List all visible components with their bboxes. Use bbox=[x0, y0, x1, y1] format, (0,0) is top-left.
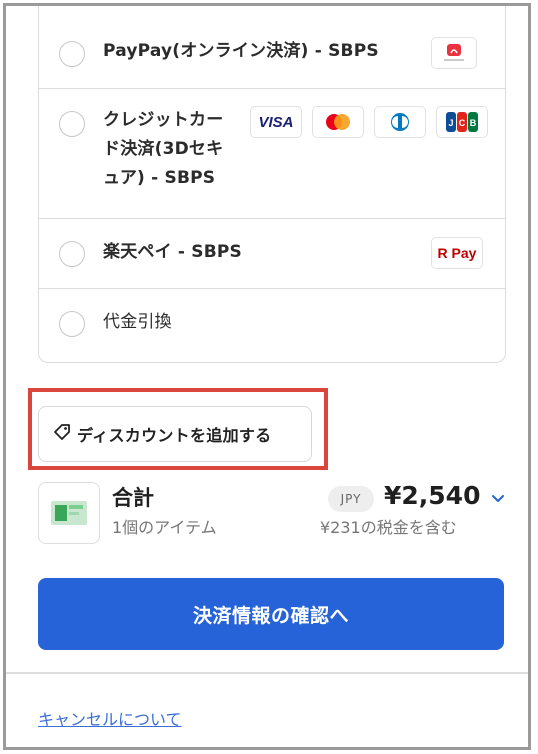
payment-label-paypay: PayPay(オンライン決済) - SBPS bbox=[103, 41, 379, 61]
chevron-down-icon[interactable] bbox=[490, 490, 506, 510]
checkout-frame: PayPay(オンライン決済) - SBPS クレジットカー ド決済(3Dセキ … bbox=[3, 3, 531, 750]
item-count: 1個のアイテム bbox=[112, 518, 217, 537]
payment-option-paypay[interactable]: PayPay(オンライン決済) - SBPS bbox=[39, 6, 505, 89]
payment-label-line: ド決済(3Dセキ bbox=[103, 139, 224, 159]
total-amount: ¥2,540 bbox=[384, 481, 481, 510]
radio-rakuten-pay[interactable] bbox=[59, 241, 85, 267]
svg-text:B: B bbox=[470, 118, 477, 128]
payment-label-rakuten-pay: 楽天ペイ - SBPS bbox=[103, 242, 242, 262]
payment-option-credit-card[interactable]: クレジットカー ド決済(3Dセキ ュア) - SBPS VISA J C B bbox=[39, 89, 505, 219]
total-label: 合計 bbox=[112, 486, 154, 510]
divider bbox=[6, 672, 528, 674]
tax-note: ¥231の税金を含む bbox=[320, 518, 457, 537]
mastercard-logo-icon bbox=[312, 106, 364, 138]
payment-option-cod[interactable]: 代金引換 bbox=[39, 289, 505, 363]
svg-text:J: J bbox=[448, 118, 453, 128]
add-discount-button[interactable]: ディスカウントを追加する bbox=[38, 406, 312, 462]
visa-logo-icon: VISA bbox=[250, 106, 302, 138]
rakuten-pay-logo-icon: R Pay bbox=[431, 237, 483, 269]
paypay-logo-icon bbox=[431, 37, 477, 69]
payment-label-cod: 代金引換 bbox=[103, 312, 172, 332]
payment-label-credit-card: クレジットカー ド決済(3Dセキ ュア) - SBPS bbox=[103, 106, 223, 193]
radio-credit-card[interactable] bbox=[59, 111, 85, 137]
currency-badge: JPY bbox=[328, 486, 374, 512]
svg-text:C: C bbox=[459, 118, 466, 128]
radio-cod[interactable] bbox=[59, 311, 85, 337]
payment-option-rakuten-pay[interactable]: 楽天ペイ - SBPS R Pay bbox=[39, 219, 505, 289]
payment-label-line: ュア) - SBPS bbox=[103, 168, 216, 188]
confirm-payment-button[interactable]: 決済情報の確認へ bbox=[38, 578, 504, 650]
product-thumbnail bbox=[38, 482, 100, 544]
cancellation-policy-link[interactable]: キャンセルについて bbox=[38, 706, 182, 730]
radio-paypay[interactable] bbox=[59, 41, 85, 67]
payment-label-line: クレジットカー bbox=[103, 110, 224, 130]
visa-logo-text: VISA bbox=[258, 113, 294, 131]
tag-icon bbox=[53, 423, 71, 445]
jcb-logo-icon: J C B bbox=[436, 106, 488, 138]
add-discount-label: ディスカウントを追加する bbox=[77, 426, 272, 445]
payment-method-list: PayPay(オンライン決済) - SBPS クレジットカー ド決済(3Dセキ … bbox=[38, 6, 506, 363]
rakuten-pay-logo-text: R Pay bbox=[437, 245, 477, 261]
diners-logo-icon bbox=[374, 106, 426, 138]
